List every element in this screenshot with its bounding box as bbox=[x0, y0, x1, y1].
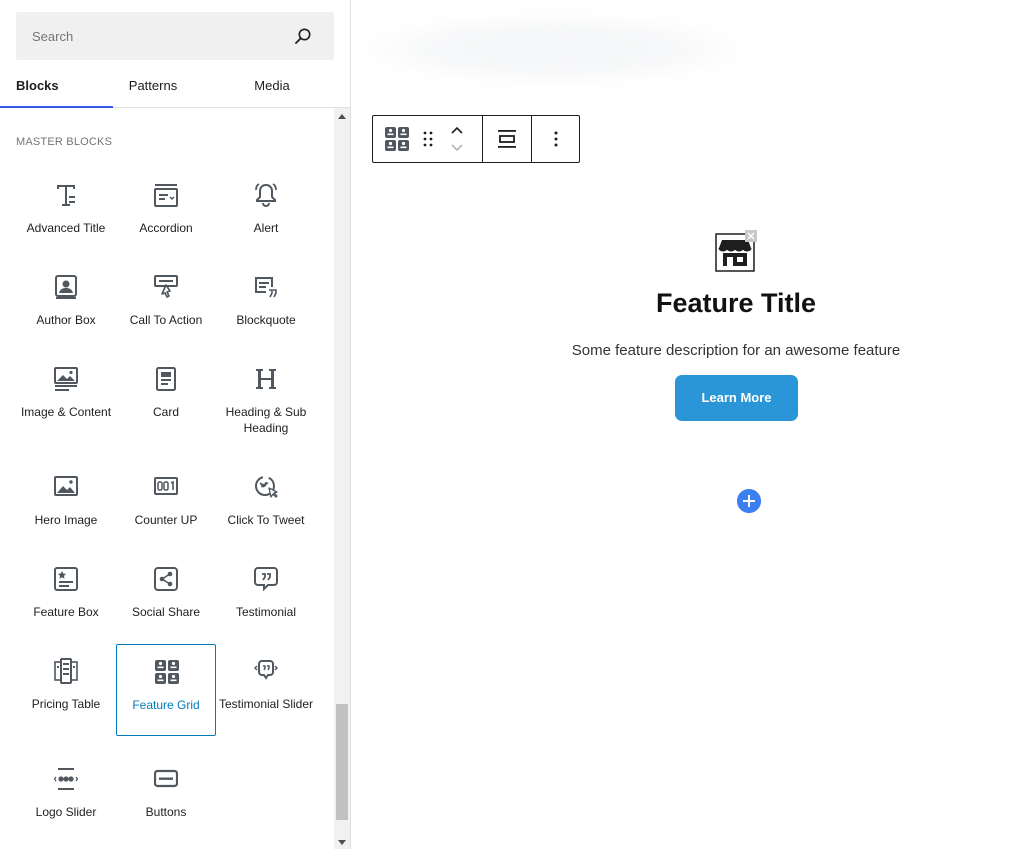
blockquote-icon bbox=[255, 277, 277, 298]
heading-icon bbox=[256, 369, 276, 389]
pricing-table-icon bbox=[54, 658, 78, 684]
block-label: Social Share bbox=[131, 605, 201, 619]
feature-grid-icon bbox=[155, 660, 179, 684]
block-author-box[interactable]: Author Box bbox=[16, 260, 116, 352]
tweet-icon bbox=[255, 476, 278, 498]
drag-handle-icon[interactable] bbox=[422, 131, 434, 147]
block-buttons[interactable]: Buttons bbox=[116, 752, 216, 844]
block-logo-slider[interactable]: Logo Slider bbox=[16, 752, 116, 844]
block-heading-subheading[interactable]: Heading & Sub Heading bbox=[216, 352, 316, 444]
card-icon bbox=[156, 367, 176, 391]
block-label: Testimonial Slider bbox=[218, 697, 314, 711]
feature-box-icon bbox=[54, 567, 78, 591]
blocks-list: MASTER BLOCKS Advanced Title Accordion A… bbox=[0, 108, 334, 849]
feature-grid-item[interactable]: Feature Title Some feature description f… bbox=[541, 228, 931, 428]
block-image-content[interactable]: Image & Content bbox=[16, 352, 116, 444]
block-label: Pricing Table bbox=[31, 697, 101, 711]
block-label: Alert bbox=[253, 221, 279, 235]
block-toolbar bbox=[372, 115, 580, 163]
plus-icon[interactable] bbox=[737, 489, 761, 513]
block-click-to-tweet[interactable]: Click To Tweet bbox=[216, 460, 316, 552]
block-feature-box[interactable]: Feature Box bbox=[16, 552, 116, 644]
block-blockquote[interactable]: Blockquote bbox=[216, 260, 316, 352]
block-label: Accordion bbox=[139, 221, 193, 235]
block-advanced-title[interactable]: Advanced Title bbox=[16, 168, 116, 260]
block-counter-up[interactable]: Counter UP bbox=[116, 460, 216, 552]
inserter-tabs: Blocks Patterns Media bbox=[0, 64, 350, 108]
toolbar-separator bbox=[482, 116, 483, 162]
logo-slider-icon bbox=[54, 768, 78, 790]
block-pricing-table[interactable]: Pricing Table bbox=[16, 644, 116, 736]
block-label: Logo Slider bbox=[35, 805, 97, 819]
hero-image-icon bbox=[54, 476, 78, 496]
block-label: Heading & Sub Heading bbox=[225, 405, 307, 435]
block-card[interactable]: Card bbox=[116, 352, 216, 444]
block-label: Call To Action bbox=[129, 313, 203, 327]
block-label: Card bbox=[152, 405, 179, 419]
block-social-share[interactable]: Social Share bbox=[116, 552, 216, 644]
testimonial-icon bbox=[254, 567, 278, 592]
search-icon[interactable] bbox=[294, 27, 312, 45]
advanced-title-icon bbox=[57, 185, 75, 206]
block-label: Hero Image bbox=[34, 513, 98, 527]
align-icon[interactable] bbox=[498, 129, 516, 149]
block-call-to-action[interactable]: Call To Action bbox=[116, 260, 216, 352]
block-feature-grid[interactable]: Feature Grid bbox=[116, 644, 216, 736]
search-box[interactable] bbox=[16, 12, 334, 60]
block-label: Blockquote bbox=[236, 313, 296, 327]
image-content-icon bbox=[54, 367, 78, 391]
post-title-placeholder[interactable] bbox=[365, 14, 745, 84]
tab-blocks[interactable]: Blocks bbox=[0, 64, 113, 108]
block-label: Counter UP bbox=[134, 513, 198, 527]
block-hero-image[interactable]: Hero Image bbox=[16, 460, 116, 552]
block-inserter-panel: Blocks Patterns Media MASTER BLOCKS Adva… bbox=[0, 0, 351, 849]
block-label: Image & Content bbox=[20, 405, 112, 419]
learn-more-button[interactable]: Learn More bbox=[675, 375, 798, 421]
block-label: Buttons bbox=[145, 805, 187, 819]
more-options-icon[interactable] bbox=[553, 131, 559, 147]
tab-media[interactable]: Media bbox=[225, 64, 319, 107]
counter-icon bbox=[154, 477, 178, 495]
editor-canvas: Feature Title Some feature description f… bbox=[351, 0, 1023, 849]
block-label: Click To Tweet bbox=[227, 513, 305, 527]
call-to-action-icon bbox=[154, 275, 178, 298]
category-heading: MASTER BLOCKS bbox=[16, 136, 113, 148]
share-icon bbox=[154, 567, 178, 591]
author-box-icon bbox=[55, 275, 77, 299]
block-label: Testimonial bbox=[235, 605, 297, 619]
scrollbar-thumb[interactable] bbox=[336, 704, 348, 820]
scroll-up-arrow-icon[interactable] bbox=[338, 114, 346, 119]
block-label: Author Box bbox=[36, 313, 96, 327]
search-input[interactable] bbox=[16, 12, 286, 60]
block-testimonial[interactable]: Testimonial bbox=[216, 552, 316, 644]
block-accordion[interactable]: Accordion bbox=[116, 168, 216, 260]
block-testimonial-slider[interactable]: Testimonial Slider bbox=[216, 644, 316, 736]
tab-patterns[interactable]: Patterns bbox=[113, 64, 193, 107]
block-alert[interactable]: Alert bbox=[216, 168, 316, 260]
feature-title[interactable]: Feature Title bbox=[541, 288, 931, 319]
feature-description[interactable]: Some feature description for an awesome … bbox=[541, 342, 931, 359]
accordion-icon bbox=[154, 184, 178, 207]
scroll-down-arrow-icon[interactable] bbox=[338, 840, 346, 845]
testimonial-slider-icon bbox=[254, 660, 278, 680]
block-label: Feature Grid bbox=[132, 698, 200, 712]
scrollbar[interactable] bbox=[334, 108, 350, 849]
block-label: Advanced Title bbox=[26, 221, 106, 235]
move-up-down-icon[interactable] bbox=[450, 125, 464, 153]
buttons-icon bbox=[154, 769, 178, 788]
block-label: Feature Box bbox=[33, 605, 99, 619]
store-icon bbox=[715, 230, 757, 272]
feature-grid-icon[interactable] bbox=[385, 127, 409, 151]
toolbar-separator bbox=[531, 116, 532, 162]
bell-icon bbox=[255, 183, 277, 207]
